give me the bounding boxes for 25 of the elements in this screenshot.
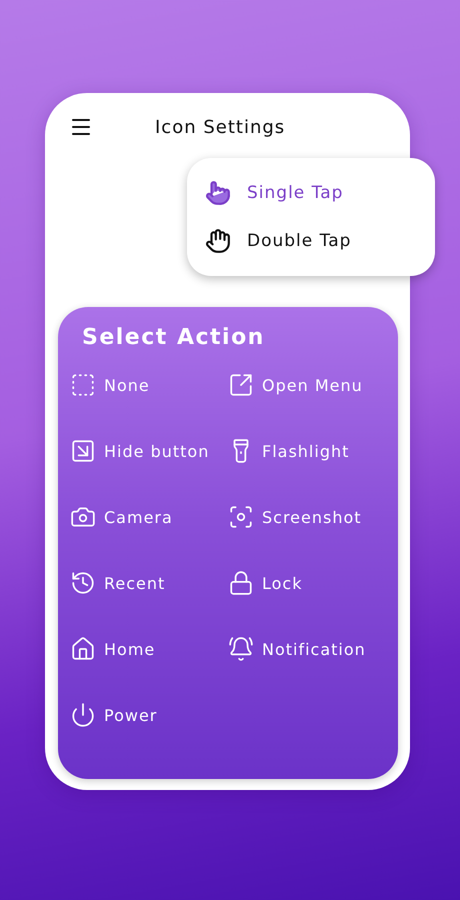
panel-title: Select Action <box>82 325 266 350</box>
action-option[interactable]: Home <box>70 636 228 662</box>
action-option[interactable]: Notification <box>228 636 398 662</box>
tap-option[interactable]: Double Tap <box>205 228 417 254</box>
tap-option[interactable]: Single Tap <box>205 180 417 206</box>
power-icon <box>70 702 96 728</box>
action-option[interactable]: Power <box>70 702 228 728</box>
action-option[interactable]: Open Menu <box>228 372 398 398</box>
lock-icon <box>228 570 254 596</box>
external-link-icon <box>228 372 254 398</box>
action-option[interactable]: None <box>70 372 228 398</box>
action-option[interactable]: Screenshot <box>228 504 398 530</box>
action-option[interactable]: Hide button <box>70 438 228 464</box>
action-option[interactable]: Flashlight <box>228 438 398 464</box>
pointer-icon <box>205 180 231 206</box>
action-option[interactable]: Lock <box>228 570 398 596</box>
home-icon <box>70 636 96 662</box>
action-option[interactable]: Recent <box>70 570 228 596</box>
hand-icon <box>205 228 231 254</box>
dashed-square-icon <box>70 372 96 398</box>
screen-title: Icon Settings <box>155 116 286 138</box>
screenshot-icon <box>228 504 254 530</box>
action-option[interactable]: Camera <box>70 504 228 530</box>
bell-icon <box>228 636 254 662</box>
history-icon <box>70 570 96 596</box>
